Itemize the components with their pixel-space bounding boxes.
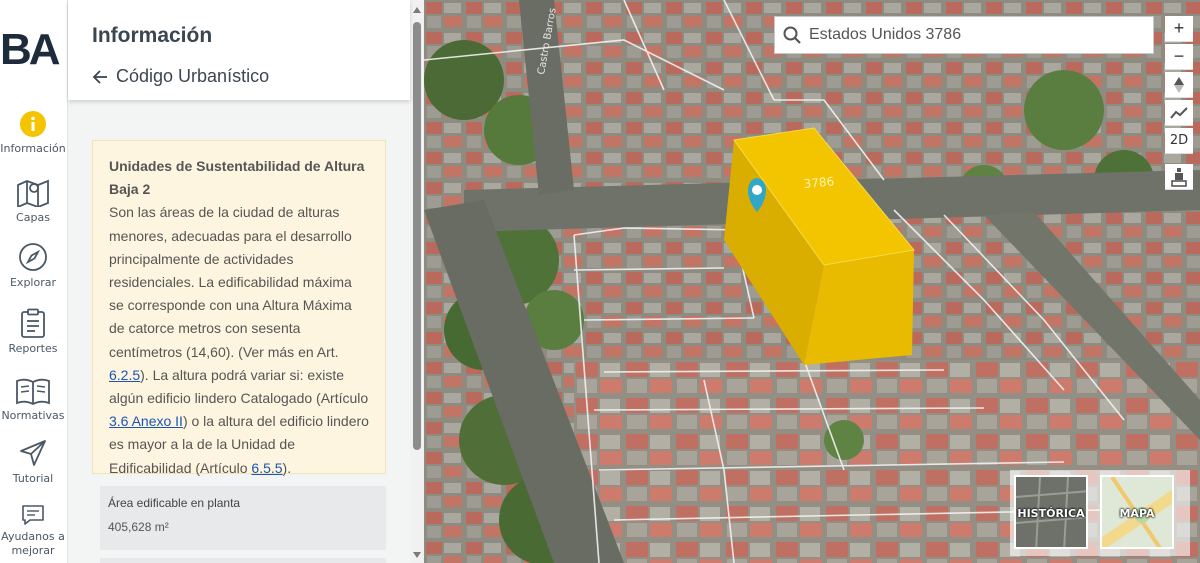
article-link-6-2-5[interactable]: 6.2.5 — [109, 367, 140, 383]
panel-body: Unidades de Sustentabilidad de Altura Ba… — [68, 100, 410, 563]
scroll-up-arrow-icon[interactable] — [413, 7, 421, 13]
back-button[interactable]: Código Urbanístico — [92, 66, 269, 87]
rail-item-capas[interactable]: Capas — [0, 177, 66, 224]
address-search-input[interactable] — [809, 26, 1139, 44]
rail-item-label: Normativas — [1, 409, 65, 422]
clipboard-icon — [21, 308, 45, 338]
rail-item-tutorial[interactable]: Tutorial — [0, 438, 66, 485]
rail-item-label: Tutorial — [12, 472, 54, 485]
lot-number-label: 3786 — [803, 174, 835, 191]
zoning-heading: Unidades de Sustentabilidad de Altura Ba… — [109, 158, 365, 198]
scroll-down-arrow-icon[interactable] — [413, 552, 421, 558]
zoning-text: ). — [282, 459, 292, 476]
arrow-left-icon — [92, 69, 107, 84]
zoom-out-button[interactable]: − — [1165, 44, 1193, 70]
info-icon — [20, 111, 46, 137]
info-panel: Información Código Urbanístico Unidades … — [68, 0, 410, 563]
rail-item-label: Información — [0, 142, 66, 155]
panel-scrollbar[interactable] — [410, 0, 424, 563]
zoning-description: Son las áreas de la ciudad de alturas me… — [109, 201, 369, 479]
map-layers-icon — [17, 179, 49, 207]
basemap-label: MAPA — [1119, 507, 1155, 520]
line-chart-icon — [1170, 106, 1188, 119]
rail-item-label: Explorar — [9, 276, 56, 289]
panel-title: Información — [92, 24, 213, 47]
rail-item-label: Reportes — [8, 342, 58, 355]
buildable-area-card: Área edificable en planta 405,628 m² — [100, 486, 386, 550]
rail-item-label: Capas — [16, 211, 50, 224]
rail-item-normativas[interactable]: Normativas — [0, 377, 66, 422]
zoning-text: Son las áreas de la ciudad de alturas me… — [109, 204, 352, 360]
article-link-6-5-5[interactable]: 6.5.5 — [251, 460, 282, 476]
street-view-button[interactable] — [1165, 164, 1193, 190]
buildable-area-value: 405,628 m² — [108, 520, 169, 534]
basemap-historica[interactable]: HISTÓRICA — [1014, 475, 1088, 549]
scroll-thumb[interactable] — [413, 22, 421, 450]
compass-north-button[interactable] — [1165, 72, 1193, 98]
pegman-icon — [1171, 167, 1187, 187]
buildable-area-label: Área edificable en planta — [108, 496, 241, 510]
basemap-label: HISTÓRICA — [1017, 507, 1085, 520]
search-icon — [783, 26, 801, 44]
book-icon — [16, 378, 50, 405]
basemap-switcher: HISTÓRICA MAPA — [1010, 470, 1190, 556]
next-stat-card — [100, 558, 386, 563]
rail-item-informacion[interactable]: Información — [0, 110, 66, 155]
north-arrow-icon — [1174, 76, 1184, 93]
svg-text:BA: BA — [0, 28, 60, 70]
compass-icon — [19, 243, 47, 271]
rail-item-reportes[interactable]: Reportes — [0, 308, 66, 355]
map-view[interactable]: 3786 Castro Barros + − 2D — [424, 0, 1200, 563]
icon-rail: BA Información Capas Explorar Reportes N… — [0, 0, 68, 563]
panel-header: Información Código Urbanístico — [68, 0, 410, 100]
rail-item-ayudanos[interactable]: Ayudanos a mejorar — [0, 504, 66, 558]
article-link-3-6-anexo-ii[interactable]: 3.6 Anexo II — [109, 413, 183, 429]
view-2d-button[interactable]: 2D — [1165, 128, 1193, 154]
back-label: Código Urbanístico — [116, 66, 270, 86]
chat-icon — [22, 505, 44, 525]
elevation-profile-button[interactable] — [1165, 100, 1193, 126]
paper-plane-icon — [20, 440, 46, 466]
address-search[interactable] — [774, 16, 1154, 54]
zoning-text: ). La altura podrá variar si: existe alg… — [109, 366, 369, 407]
rail-item-explorar[interactable]: Explorar — [0, 242, 66, 289]
zoom-in-button[interactable]: + — [1165, 16, 1193, 42]
basemap-mapa[interactable]: MAPA — [1100, 475, 1174, 549]
zoning-info-card: Unidades de Sustentabilidad de Altura Ba… — [92, 140, 386, 476]
ba-logo[interactable]: BA — [0, 28, 66, 70]
rail-item-label: Ayudanos a mejorar — [1, 530, 65, 557]
